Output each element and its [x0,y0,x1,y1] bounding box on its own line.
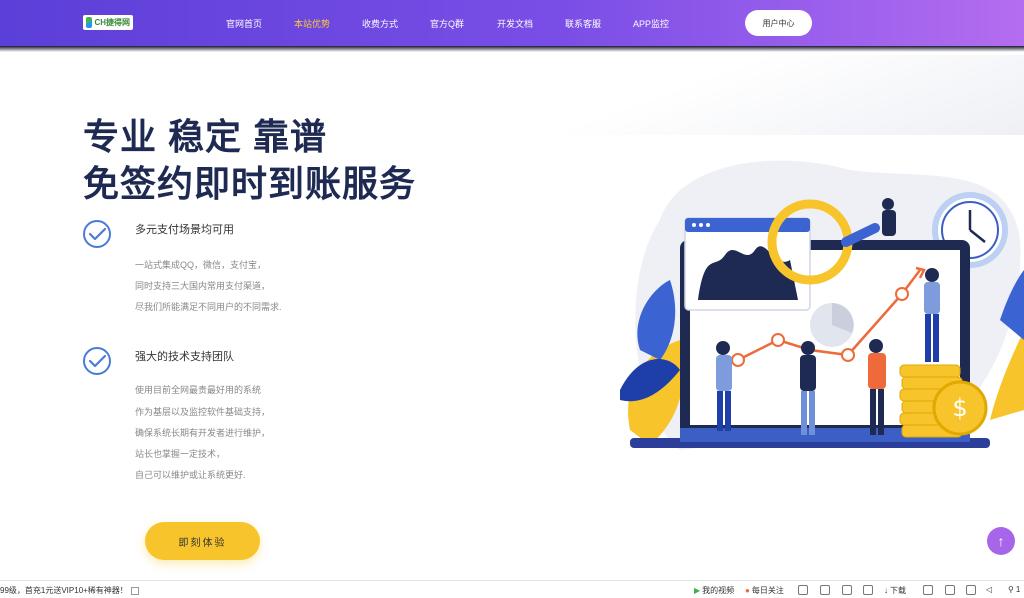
feature-text: 同时支持三大国内常用支付渠道， [135,281,271,291]
zoom-control[interactable]: ⚲ 1 [1008,585,1020,594]
browser-status-bar: 99级，首充1元送VIP10+稀有神器！ ▶ 我的视频 ● 每日关注 ↓ 下载 ◁ ⚲… [0,580,1024,598]
volume-icon[interactable]: ◁ [986,585,992,594]
hero-title-line2: 免签约即时到账服务 [83,163,417,204]
check-circle-icon [83,347,111,375]
arrow-up-icon: ↑ [997,533,1005,549]
rocket-icon[interactable] [863,585,873,595]
site-logo[interactable]: CH捷得网 [83,15,133,30]
nav-item-docs[interactable]: 开发文档 [497,17,533,30]
nav-item-qq-group[interactable]: 官方Q群 [430,17,464,30]
feature-heading: 强大的技术支持团队 [135,351,234,363]
feature-text: 使用目前全网最贵最好用的系统 [135,385,262,395]
daily-follow-button[interactable]: ● 每日关注 [745,585,784,596]
logo-text: CH捷得网 [94,18,130,27]
nav-item-app-monitor[interactable]: APP监控 [633,17,669,30]
nav-item-advantages[interactable]: 本站优势 [294,17,330,30]
promo-text[interactable]: 99级，首充1元送VIP10+稀有神器！ [0,585,139,596]
search-icon: ⚲ [1008,585,1014,594]
user-center-button[interactable]: 用户中心 [745,10,812,36]
feature-heading: 多元支付场景均可用 [135,224,234,236]
check-circle-icon [83,220,111,248]
screenshot-icon[interactable] [966,585,976,595]
window-icon[interactable] [945,585,955,595]
nav-item-support[interactable]: 联系客服 [565,17,601,30]
feature-text: 作为基层以及监控软件基础支持， [135,407,271,417]
shield-icon[interactable] [798,585,808,595]
svg-text:$: $ [952,394,967,422]
nav-item-home[interactable]: 官网首页 [226,17,262,30]
try-now-button[interactable]: 即刻体验 [145,522,260,560]
back-to-top-button[interactable]: ↑ [987,527,1015,555]
close-icon[interactable] [130,586,139,595]
heart-icon[interactable] [842,585,852,595]
download-button[interactable]: ↓ 下载 [884,585,906,596]
feature-text: 一站式集成QQ，微信，支付宝， [135,260,267,270]
top-navbar: CH捷得网 官网首页 本站优势 收费方式 官方Q群 开发文档 联系客服 APP监… [0,0,1024,46]
feature-text: 自己可以维护或让系统更好. [135,470,246,480]
hero-title-line1: 专业 稳定 靠谱 [83,116,328,157]
trash-icon[interactable] [923,585,933,595]
feature-text: 站长也掌握一定技术， [135,449,226,459]
feature-text: 尽我们所能满足不同用户的不同需求. [135,302,282,312]
my-video-button[interactable]: ▶ 我的视频 [694,585,734,596]
logo-icon [86,17,93,28]
nav-item-pricing[interactable]: 收费方式 [362,17,398,30]
navbar-shadow [0,46,1024,52]
person-illustration [882,198,896,236]
hero-background-shape [560,55,1024,135]
hero-illustration: $ [620,160,1024,450]
image-icon[interactable] [820,585,830,595]
feature-text: 确保系统长期有开发者进行维护， [135,428,271,438]
